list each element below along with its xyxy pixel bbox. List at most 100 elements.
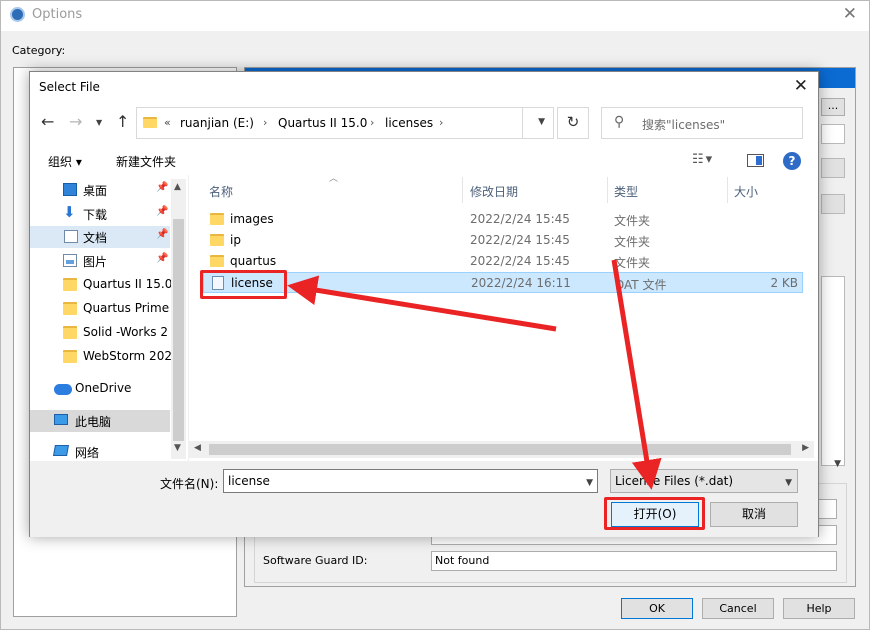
pin-icon: 📌 (156, 253, 169, 264)
options-window-title: Options (32, 7, 83, 22)
nav-item-network[interactable]: 网络 (30, 441, 170, 460)
onedrive-icon (54, 384, 72, 395)
scroll-right-icon[interactable]: ▶ (802, 443, 809, 453)
filetype-select[interactable]: License Files (*.dat) ▼ (610, 469, 798, 493)
nav-item-label: WebStorm 202 (83, 349, 172, 363)
refresh-button[interactable]: ↻ (557, 107, 589, 139)
file-date: 2022/2/24 15:45 (470, 233, 570, 247)
options-button[interactable] (821, 158, 845, 178)
file-row-license[interactable]: license 2022/2/24 16:11 DAT 文件 2 KB (203, 272, 803, 293)
file-name: images (230, 212, 274, 226)
search-placeholder: 搜索"licenses" (642, 118, 726, 132)
folder-icon (63, 350, 77, 363)
cancel-file-button[interactable]: 取消 (710, 502, 798, 527)
cancel-button[interactable]: Cancel (702, 598, 774, 619)
filename-input[interactable]: license ▼ (223, 469, 598, 493)
address-bar[interactable]: « ruanjian (E:) › Quartus II 15.0 › lice… (136, 107, 554, 139)
filename-dropdown-chevron-icon[interactable]: ▼ (586, 472, 593, 494)
preview-pane-icon[interactable] (747, 154, 764, 167)
nav-item-webstorm[interactable]: WebStorm 202 (30, 346, 172, 368)
scroll-down-icon[interactable]: ▼ (174, 443, 181, 453)
options-list[interactable] (821, 276, 845, 466)
folder-icon (210, 213, 224, 225)
column-divider[interactable] (727, 177, 728, 203)
file-type: 文件夹 (614, 235, 651, 249)
nav-item-label: Solid -Works 2 (83, 325, 168, 339)
pictures-icon (63, 254, 77, 267)
nav-item-quartus-prime[interactable]: Quartus Prime (30, 298, 170, 320)
pin-icon: 📌 (156, 206, 169, 217)
dialog-close-icon[interactable]: ✕ (794, 76, 808, 96)
help-button[interactable]: Help (783, 598, 855, 619)
nav-item-pictures[interactable]: 图片 📌 (30, 250, 170, 272)
address-dropdown-chevron-icon[interactable]: ▼ (538, 117, 545, 127)
nav-item-desktop[interactable]: 桌面 📌 (30, 179, 170, 201)
breadcrumb-quartus[interactable]: Quartus II 15.0 (278, 116, 367, 130)
file-date: 2022/2/24 15:45 (470, 212, 570, 226)
file-list: ︿ 名称 修改日期 类型 大小 images 2022/2/24 15:45 文… (188, 174, 814, 461)
breadcrumb-licenses[interactable]: licenses (385, 116, 433, 130)
help-icon[interactable]: ? (783, 152, 801, 170)
options-titlebar: Options ✕ (1, 1, 869, 31)
scroll-thumb[interactable] (209, 444, 791, 455)
view-options-icon[interactable]: ☷▾ (692, 152, 714, 167)
column-header-type[interactable]: 类型 (614, 183, 638, 200)
license-browse-button[interactable]: ... (821, 98, 845, 116)
this-pc-icon (54, 414, 68, 425)
options-button[interactable] (821, 194, 845, 214)
nav-item-quartus[interactable]: Quartus II 15.0 (30, 274, 172, 296)
column-divider[interactable] (462, 177, 463, 203)
ok-button[interactable]: OK (621, 598, 693, 619)
breadcrumb-drive[interactable]: ruanjian (E:) (180, 116, 254, 130)
documents-icon (64, 230, 78, 243)
file-row-ip[interactable]: ip 2022/2/24 15:45 文件夹 (203, 230, 803, 251)
file-list-horizontal-scrollbar[interactable]: ◀ ▶ (189, 441, 814, 458)
options-close-icon[interactable]: ✕ (843, 4, 857, 24)
desktop-icon (63, 183, 77, 196)
search-icon: ⚲ (614, 114, 625, 130)
file-date: 2022/2/24 16:11 (471, 276, 571, 290)
column-divider[interactable] (607, 177, 608, 203)
scroll-left-icon[interactable]: ◀ (194, 443, 201, 453)
options-field[interactable] (821, 124, 845, 144)
nav-item-label: OneDrive (75, 381, 132, 395)
address-overflow-icon[interactable]: « (164, 116, 171, 129)
scroll-up-icon[interactable]: ▲ (174, 182, 181, 192)
filetype-value: License Files (*.dat) (615, 474, 734, 488)
file-row-images[interactable]: images 2022/2/24 15:45 文件夹 (203, 209, 803, 230)
column-header-size[interactable]: 大小 (734, 183, 758, 200)
license-highlight-box (200, 270, 287, 299)
folder-icon (143, 117, 157, 128)
column-header-name[interactable]: 名称 (209, 183, 233, 200)
nav-item-documents[interactable]: 文档 📌 (30, 226, 170, 248)
nav-item-downloads[interactable]: 下载 📌 (30, 203, 170, 225)
nav-item-this-pc[interactable]: 此电脑 (30, 410, 170, 432)
file-type: 文件夹 (614, 256, 651, 270)
software-guard-value: Not found (431, 551, 837, 571)
new-folder-button[interactable]: 新建文件夹 (116, 153, 176, 170)
file-name: quartus (230, 254, 277, 268)
search-box[interactable]: ⚲ 搜索"licenses" (601, 107, 803, 139)
forward-arrow-icon[interactable]: → (69, 112, 82, 131)
category-label: Category: (12, 44, 66, 57)
select-file-dialog: Select File ✕ ← → ▼ ↑ « ruanjian (E:) › … (29, 71, 819, 537)
breadcrumb-separator-icon[interactable]: › (263, 116, 267, 129)
column-header-date[interactable]: 修改日期 (470, 183, 518, 200)
breadcrumb-separator-icon[interactable]: › (439, 116, 443, 129)
file-row-quartus[interactable]: quartus 2022/2/24 15:45 文件夹 (203, 251, 803, 272)
folder-icon (63, 302, 77, 315)
breadcrumb-separator-icon[interactable]: › (370, 116, 374, 129)
nav-item-solidworks[interactable]: Solid -Works 2 (30, 322, 170, 344)
options-list-scroll-down-icon[interactable]: ▼ (834, 459, 841, 469)
quartus-app-icon (10, 7, 25, 22)
organize-button[interactable]: 组织 ▾ (48, 153, 82, 170)
folder-icon (63, 326, 77, 339)
up-arrow-icon[interactable]: ↑ (116, 112, 129, 131)
scroll-thumb[interactable] (173, 219, 184, 441)
back-arrow-icon[interactable]: ← (41, 112, 54, 131)
recent-locations-chevron-icon[interactable]: ▼ (96, 118, 102, 127)
nav-pane-scrollbar[interactable]: ▲ ▼ (171, 179, 186, 459)
filetype-dropdown-chevron-icon[interactable]: ▼ (785, 472, 792, 494)
folder-icon (210, 255, 224, 267)
nav-item-onedrive[interactable]: OneDrive (30, 378, 170, 400)
